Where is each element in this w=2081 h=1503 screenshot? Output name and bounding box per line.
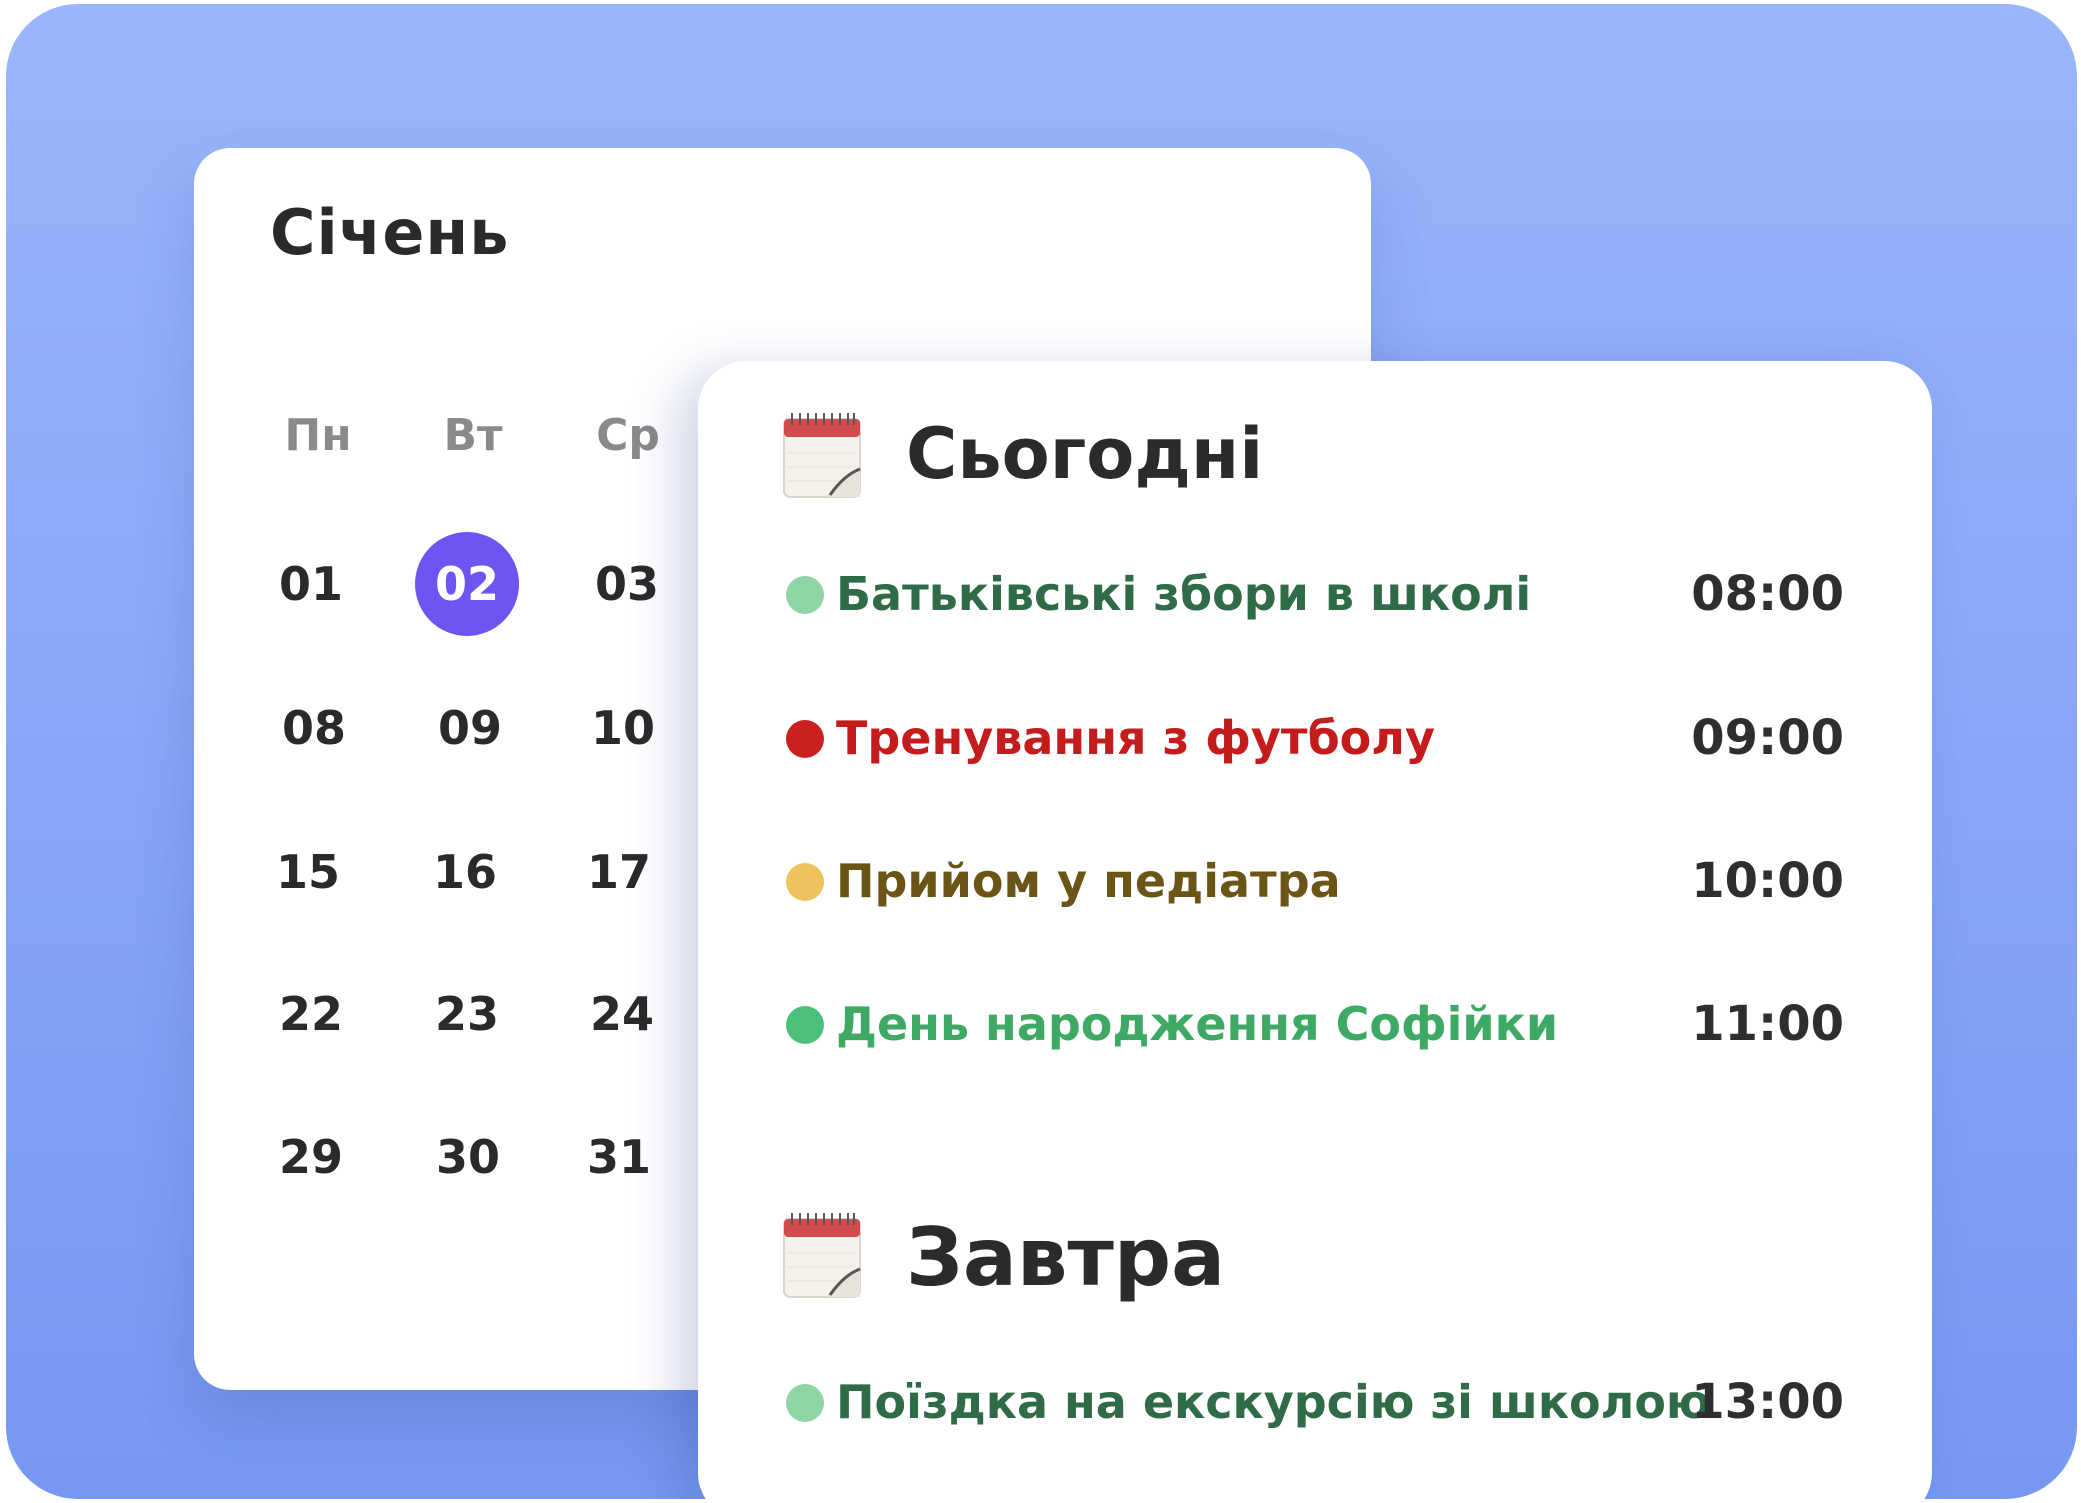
weekday-tue: Вт	[443, 410, 503, 461]
event-time: 08:00	[1691, 566, 1844, 622]
day-cell[interactable]: 01	[251, 554, 371, 614]
status-dot	[786, 576, 824, 614]
event-item[interactable]: Батьківські збори в школі 08:00	[786, 559, 1844, 629]
event-name: Батьківські збори в школі	[836, 567, 1532, 621]
day-cell-selected[interactable]: 02	[415, 532, 519, 636]
event-time: 09:00	[1691, 710, 1844, 766]
event-time: 13:00	[1691, 1374, 1844, 1430]
tomorrow-title: Завтра	[906, 1211, 1226, 1304]
event-name: Прийом у педіатра	[836, 854, 1341, 908]
status-dot	[786, 1384, 824, 1422]
background-panel: Січень Пн Вт Ср 01 02 03 08 09 10 15 16 …	[6, 4, 2077, 1499]
status-dot	[786, 863, 824, 901]
day-cell[interactable]: 24	[562, 984, 682, 1044]
day-cell[interactable]: 03	[567, 554, 687, 614]
status-dot	[786, 720, 824, 758]
day-cell[interactable]: 15	[248, 842, 368, 902]
event-name: Тренування з футболу	[836, 711, 1435, 765]
event-time: 11:00	[1691, 996, 1844, 1052]
event-name: День народження Софійки	[836, 997, 1559, 1051]
event-name: Поїздка на екскурсію зі школою	[836, 1375, 1711, 1429]
status-dot	[786, 1006, 824, 1044]
event-item[interactable]: День народження Софійки 11:00	[786, 989, 1844, 1059]
day-cell[interactable]: 10	[563, 698, 683, 758]
day-cell[interactable]: 08	[254, 698, 374, 758]
event-item[interactable]: Поїздка на екскурсію зі школою 13:00	[786, 1367, 1844, 1437]
day-cell[interactable]: 09	[410, 698, 530, 758]
event-item[interactable]: Тренування з футболу 09:00	[786, 703, 1844, 773]
event-item[interactable]: Прийом у педіатра 10:00	[786, 846, 1844, 916]
calendar-icon	[783, 1213, 861, 1298]
day-cell[interactable]: 31	[559, 1127, 679, 1187]
day-cell[interactable]: 17	[559, 842, 679, 902]
events-card: Сьогодні Батьківські збори в школі 08:00…	[698, 361, 1932, 1499]
day-cell[interactable]: 23	[407, 984, 527, 1044]
day-cell[interactable]: 29	[251, 1127, 371, 1187]
month-title: Січень	[270, 196, 510, 269]
day-cell[interactable]: 16	[405, 842, 525, 902]
today-title: Сьогодні	[906, 413, 1264, 495]
weekday-mon: Пн	[284, 410, 352, 461]
weekday-wed: Ср	[596, 410, 660, 461]
event-time: 10:00	[1691, 853, 1844, 909]
day-cell[interactable]: 22	[251, 984, 371, 1044]
day-cell[interactable]: 30	[408, 1127, 528, 1187]
calendar-icon	[783, 413, 861, 498]
